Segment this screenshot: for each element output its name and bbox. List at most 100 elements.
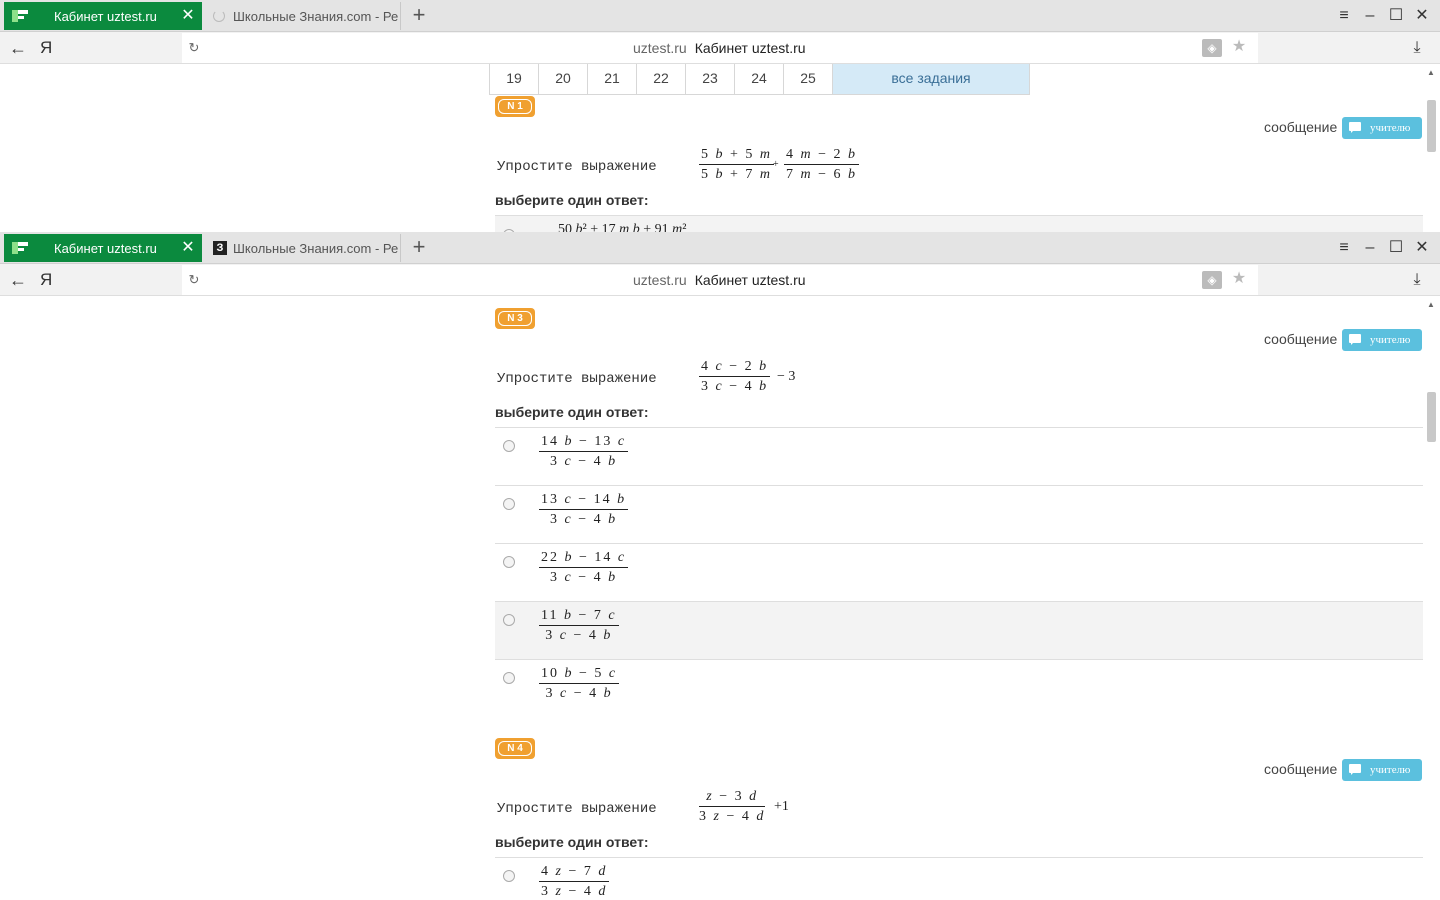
- fraction-numerator: 14 b − 13 c: [539, 434, 629, 452]
- answer-option[interactable]: 22 b − 14 c 3 c − 4 b: [495, 543, 1423, 601]
- question-prompt: Упростите выражение: [497, 801, 657, 817]
- answer-option[interactable]: 10 b − 5 c 3 c − 4 b: [495, 659, 1423, 717]
- answer-radio[interactable]: [503, 870, 515, 882]
- choose-answer-label: выберите один ответ:: [495, 192, 649, 208]
- answer-radio[interactable]: [503, 614, 515, 626]
- minimize-icon[interactable]: –: [1360, 238, 1380, 258]
- answer-option-hovered[interactable]: 11 b − 7 c 3 c − 4 b: [495, 601, 1423, 659]
- fraction-denominator: 3 z − 4 d: [699, 809, 766, 824]
- expression-fraction: 4 c − 2 b 3 c − 4 b: [699, 359, 771, 395]
- expression-operator: − 3: [777, 369, 796, 384]
- answer-fraction: 22 b − 14 c 3 c − 4 b: [539, 550, 629, 586]
- url-text[interactable]: uztest.ru Кабинет uztest.ru: [633, 40, 806, 56]
- scroll-thumb[interactable]: [1427, 100, 1436, 152]
- back-icon[interactable]: ←: [8, 270, 28, 290]
- tab-uztest[interactable]: Кабинет uztest.ru ✕: [4, 2, 202, 30]
- bookmark-star-icon[interactable]: ★: [1230, 270, 1248, 288]
- tab-close-icon[interactable]: ✕: [180, 8, 196, 24]
- back-icon[interactable]: ←: [8, 38, 28, 58]
- tab-title: Школьные Знания.com - Ре: [233, 8, 399, 24]
- minimize-icon[interactable]: –: [1360, 6, 1380, 26]
- expression-fraction-1: 5 b + 5 m 5 b + 7 m: [699, 147, 775, 183]
- teacher-button[interactable]: учителю: [1342, 329, 1422, 351]
- fraction-denominator: 3 c − 4 b: [550, 570, 618, 585]
- fraction-numerator: 4 m − 2 b: [784, 147, 860, 165]
- pager-page-22[interactable]: 22: [637, 64, 686, 94]
- pager-page-25[interactable]: 25: [784, 64, 833, 94]
- speech-bubble-icon: [1349, 334, 1361, 345]
- menu-icon[interactable]: ≡: [1334, 6, 1354, 26]
- speech-bubble-icon: [1349, 122, 1361, 133]
- answer-fraction: 11 b − 7 c 3 c − 4 b: [539, 608, 619, 644]
- maximize-icon[interactable]: ☐: [1386, 238, 1406, 258]
- teacher-button-label: учителю: [1370, 122, 1411, 134]
- pager-page-24[interactable]: 24: [735, 64, 784, 94]
- question-prompt: Упростите выражение: [497, 159, 657, 175]
- yandex-icon[interactable]: Я: [40, 269, 56, 291]
- reload-icon[interactable]: ↻: [186, 39, 202, 57]
- scrollbar[interactable]: ▲: [1424, 64, 1438, 232]
- address-bar: ← Я ↻ uztest.ru Кабинет uztest.ru ◈ ★ ⤓: [0, 264, 1440, 296]
- teacher-button-label: учителю: [1370, 764, 1411, 776]
- scroll-up-icon[interactable]: ▲: [1424, 68, 1438, 78]
- close-window-icon[interactable]: ✕: [1412, 238, 1432, 258]
- teacher-button-label: учителю: [1370, 334, 1411, 346]
- pager-page-23[interactable]: 23: [686, 64, 735, 94]
- scrollbar[interactable]: ▲: [1424, 296, 1438, 900]
- question-number: N 4: [498, 741, 532, 756]
- new-tab-button[interactable]: +: [408, 236, 430, 260]
- protect-icon[interactable]: ◈: [1202, 39, 1222, 57]
- task-pager: 19 20 21 22 23 24 25 все задания: [489, 64, 1030, 95]
- reload-icon[interactable]: ↻: [186, 271, 202, 289]
- all-tasks-link[interactable]: все задания: [833, 64, 1029, 94]
- uztest-favicon-icon: [12, 240, 28, 256]
- answer-option[interactable]: 14 b − 13 c 3 c − 4 b: [495, 427, 1423, 485]
- uztest-favicon-icon: [12, 8, 28, 24]
- answer-option[interactable]: 13 c − 14 b 3 c − 4 b: [495, 485, 1423, 543]
- url-text[interactable]: uztest.ru Кабинет uztest.ru: [633, 272, 806, 288]
- address-bar: ← Я ↻ uztest.ru Кабинет uztest.ru ◈ ★ ⤓: [0, 32, 1440, 64]
- expression-operator: +: [773, 159, 779, 170]
- menu-icon[interactable]: ≡: [1334, 238, 1354, 258]
- pager-page-20[interactable]: 20: [539, 64, 588, 94]
- fraction-numerator: 5 b + 5 m: [699, 147, 775, 165]
- tab-znania[interactable]: Школьные Знания.com - Ре: [205, 2, 401, 30]
- tab-uztest[interactable]: Кабинет uztest.ru ✕: [4, 234, 202, 262]
- fraction-denominator: 7 m − 6 b: [786, 167, 858, 182]
- tab-close-icon[interactable]: ✕: [180, 240, 196, 256]
- browser-window-2: Кабинет uztest.ru ✕ З Школьные Знания.co…: [0, 232, 1440, 900]
- pager-page-21[interactable]: 21: [588, 64, 637, 94]
- answer-radio[interactable]: [503, 556, 515, 568]
- download-icon[interactable]: ⤓: [1407, 270, 1427, 290]
- question-badge: N 4: [495, 738, 535, 759]
- answer-radio[interactable]: [503, 672, 515, 684]
- scroll-thumb[interactable]: [1427, 392, 1436, 442]
- answer-option-partial: 50 b² + 17 m b + 91 m²: [558, 222, 687, 232]
- close-window-icon[interactable]: ✕: [1412, 6, 1432, 26]
- tab-bar: Кабинет uztest.ru ✕ З Школьные Знания.co…: [0, 232, 1440, 264]
- url-page-title: Кабинет uztest.ru: [694, 272, 806, 288]
- browser-window-1: Кабинет uztest.ru ✕ Школьные Знания.com …: [0, 0, 1440, 232]
- answer-radio[interactable]: [503, 498, 515, 510]
- loading-spinner-icon: [213, 10, 225, 22]
- answer-radio[interactable]: [503, 440, 515, 452]
- tab-znania[interactable]: З Школьные Знания.com - Ре: [205, 234, 401, 262]
- url-domain: uztest.ru: [633, 272, 687, 288]
- answer-option[interactable]: 4 z − 7 d 3 z − 4 d: [495, 857, 1423, 900]
- scroll-up-icon[interactable]: ▲: [1424, 300, 1438, 310]
- download-icon[interactable]: ⤓: [1407, 38, 1427, 58]
- new-tab-button[interactable]: +: [408, 4, 430, 28]
- expression-fraction-2: 4 m − 2 b 7 m − 6 b: [784, 147, 860, 183]
- fraction-denominator: 3 c − 4 b: [545, 628, 613, 643]
- expression-fraction: z − 3 d 3 z − 4 d: [699, 789, 766, 825]
- yandex-icon[interactable]: Я: [40, 37, 56, 59]
- maximize-icon[interactable]: ☐: [1386, 6, 1406, 26]
- choose-answer-label: выберите один ответ:: [495, 834, 649, 850]
- protect-icon[interactable]: ◈: [1202, 271, 1222, 289]
- pager-page-19[interactable]: 19: [490, 64, 539, 94]
- bookmark-star-icon[interactable]: ★: [1230, 38, 1248, 56]
- teacher-button[interactable]: учителю: [1342, 117, 1422, 139]
- question-badge: N 3: [495, 308, 535, 329]
- page-content: 19 20 21 22 23 24 25 все задания N 1 соо…: [0, 64, 1424, 232]
- teacher-button[interactable]: учителю: [1342, 759, 1422, 781]
